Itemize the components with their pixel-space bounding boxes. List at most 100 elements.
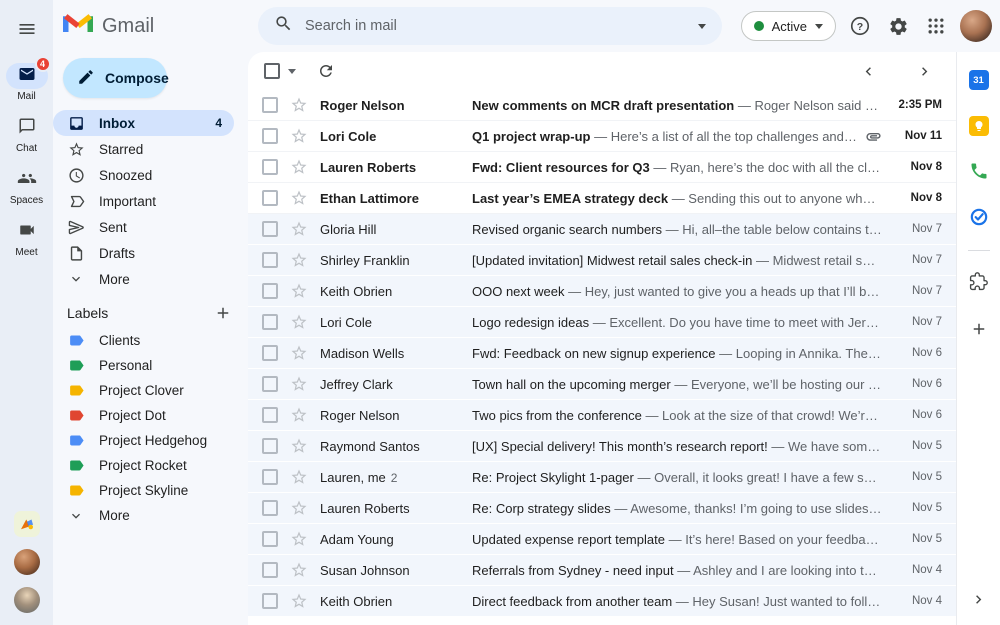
- star-toggle-icon[interactable]: [289, 95, 309, 115]
- voice-button[interactable]: [965, 158, 993, 186]
- row-checkbox[interactable]: [262, 500, 278, 516]
- sidebar-label-item[interactable]: Project Rocket: [53, 453, 248, 478]
- row-checkbox[interactable]: [262, 190, 278, 206]
- add-panel-app-button[interactable]: [965, 315, 993, 343]
- sidebar-item-inbox[interactable]: Inbox 4: [53, 110, 234, 136]
- sidebar-item-more[interactable]: More: [53, 266, 234, 292]
- apps-grid-button[interactable]: [922, 12, 950, 40]
- older-page-button[interactable]: [910, 57, 938, 85]
- star-toggle-icon[interactable]: [289, 250, 309, 270]
- email-row[interactable]: Lauren Roberts Fwd: Client resources for…: [248, 152, 956, 183]
- sidebar-item-drafts[interactable]: Drafts: [53, 240, 234, 266]
- email-row[interactable]: Keith Obrien Direct feedback from anothe…: [248, 586, 956, 617]
- sidebar-label-item[interactable]: Project Skyline: [53, 478, 248, 503]
- expand-panel-button[interactable]: [965, 585, 993, 613]
- row-checkbox[interactable]: [262, 221, 278, 237]
- tasks-button[interactable]: [965, 204, 993, 232]
- row-checkbox[interactable]: [262, 283, 278, 299]
- sidebar-label-item[interactable]: Project Clover: [53, 378, 248, 403]
- row-checkbox[interactable]: [262, 159, 278, 175]
- star-toggle-icon[interactable]: [289, 312, 309, 332]
- rail-item-chat[interactable]: Chat: [6, 115, 48, 154]
- email-subject-snippet: Re: Project Skylight 1-pager — Overall, …: [472, 469, 882, 485]
- row-checkbox[interactable]: [262, 376, 278, 392]
- star-toggle-icon[interactable]: [289, 188, 309, 208]
- email-row[interactable]: Jeffrey Clark Town hall on the upcoming …: [248, 369, 956, 400]
- email-row[interactable]: Keith Obrien OOO next week — Hey, just w…: [248, 276, 956, 307]
- email-row[interactable]: Susan Johnson Referrals from Sydney - ne…: [248, 555, 956, 586]
- email-row[interactable]: Ethan Lattimore Last year’s EMEA strateg…: [248, 183, 956, 214]
- sidebar-item-snoozed[interactable]: Snoozed: [53, 162, 234, 188]
- meet-icon: [18, 221, 36, 244]
- email-row[interactable]: Lauren Roberts Re: Corp strategy slides …: [248, 493, 956, 524]
- row-checkbox[interactable]: [262, 562, 278, 578]
- email-row[interactable]: Lori Cole Q1 project wrap-up — Here’s a …: [248, 121, 956, 152]
- sidebar-label-item[interactable]: Personal: [53, 353, 248, 378]
- newer-page-button[interactable]: [854, 57, 882, 85]
- add-label-button[interactable]: [214, 304, 232, 322]
- row-checkbox[interactable]: [262, 345, 278, 361]
- status-selector[interactable]: Active: [740, 11, 836, 41]
- row-checkbox[interactable]: [262, 314, 278, 330]
- star-toggle-icon[interactable]: [289, 498, 309, 518]
- star-toggle-icon[interactable]: [289, 405, 309, 425]
- row-checkbox[interactable]: [262, 469, 278, 485]
- email-row[interactable]: Roger Nelson New comments on MCR draft p…: [248, 90, 956, 121]
- contact-avatar-2[interactable]: [13, 587, 40, 613]
- label-tag-icon: [67, 432, 85, 450]
- labels-list: Clients Personal Project Clover Project …: [53, 328, 248, 503]
- refresh-button[interactable]: [312, 57, 340, 85]
- compose-button[interactable]: Compose: [63, 58, 169, 98]
- email-row[interactable]: Shirley Franklin [Updated invitation] Mi…: [248, 245, 956, 276]
- star-toggle-icon[interactable]: [289, 529, 309, 549]
- row-checkbox[interactable]: [262, 438, 278, 454]
- sidebar-label-item[interactable]: Clients: [53, 328, 248, 353]
- star-toggle-icon[interactable]: [289, 560, 309, 580]
- row-checkbox[interactable]: [262, 252, 278, 268]
- sidebar-item-starred[interactable]: Starred: [53, 136, 234, 162]
- select-all-checkbox[interactable]: [264, 63, 280, 79]
- sidebar-label-item[interactable]: Project Dot: [53, 403, 248, 428]
- hamburger-menu-icon[interactable]: [7, 13, 47, 45]
- row-checkbox[interactable]: [262, 593, 278, 609]
- search-input[interactable]: Search in mail: [258, 7, 722, 45]
- calendar-button[interactable]: 31: [965, 66, 993, 94]
- email-row[interactable]: Raymond Santos [UX] Special delivery! Th…: [248, 431, 956, 462]
- star-toggle-icon[interactable]: [289, 591, 309, 611]
- rail-item-spaces[interactable]: Spaces: [6, 167, 48, 206]
- chat-icon: [18, 117, 36, 140]
- email-row[interactable]: Roger Nelson Two pics from the conferenc…: [248, 400, 956, 431]
- star-toggle-icon[interactable]: [289, 157, 309, 177]
- rail-item-meet[interactable]: Meet: [6, 219, 48, 258]
- email-row[interactable]: Madison Wells Fwd: Feedback on new signu…: [248, 338, 956, 369]
- star-toggle-icon[interactable]: [289, 126, 309, 146]
- search-options-caret-icon[interactable]: [698, 23, 706, 29]
- email-row[interactable]: Lauren, me 2 Re: Project Skylight 1-pager…: [248, 462, 956, 493]
- rail-item-mail[interactable]: 4 Mail: [5, 56, 51, 102]
- star-toggle-icon[interactable]: [289, 467, 309, 487]
- contact-avatar-1[interactable]: [13, 549, 40, 575]
- select-caret-icon[interactable]: [288, 68, 296, 74]
- email-row[interactable]: Adam Young Updated expense report templa…: [248, 524, 956, 555]
- user-avatar[interactable]: [960, 10, 992, 42]
- row-checkbox[interactable]: [262, 407, 278, 423]
- row-checkbox[interactable]: [262, 97, 278, 113]
- star-toggle-icon[interactable]: [289, 343, 309, 363]
- star-toggle-icon[interactable]: [289, 374, 309, 394]
- help-button[interactable]: ?: [846, 12, 874, 40]
- space-sticker-icon[interactable]: [13, 511, 40, 537]
- email-row[interactable]: Gloria Hill Revised organic search numbe…: [248, 214, 956, 245]
- sidebar-label-item[interactable]: Project Hedgehog: [53, 428, 248, 453]
- sidebar-item-important[interactable]: Important: [53, 188, 234, 214]
- settings-button[interactable]: [884, 12, 912, 40]
- labels-more[interactable]: More: [53, 503, 248, 528]
- keep-button[interactable]: [965, 112, 993, 140]
- star-toggle-icon[interactable]: [289, 281, 309, 301]
- get-addons-button[interactable]: [965, 269, 993, 297]
- sidebar-item-sent[interactable]: Sent: [53, 214, 234, 240]
- star-toggle-icon[interactable]: [289, 436, 309, 456]
- star-toggle-icon[interactable]: [289, 219, 309, 239]
- email-row[interactable]: Lori Cole Logo redesign ideas — Excellen…: [248, 307, 956, 338]
- row-checkbox[interactable]: [262, 531, 278, 547]
- row-checkbox[interactable]: [262, 128, 278, 144]
